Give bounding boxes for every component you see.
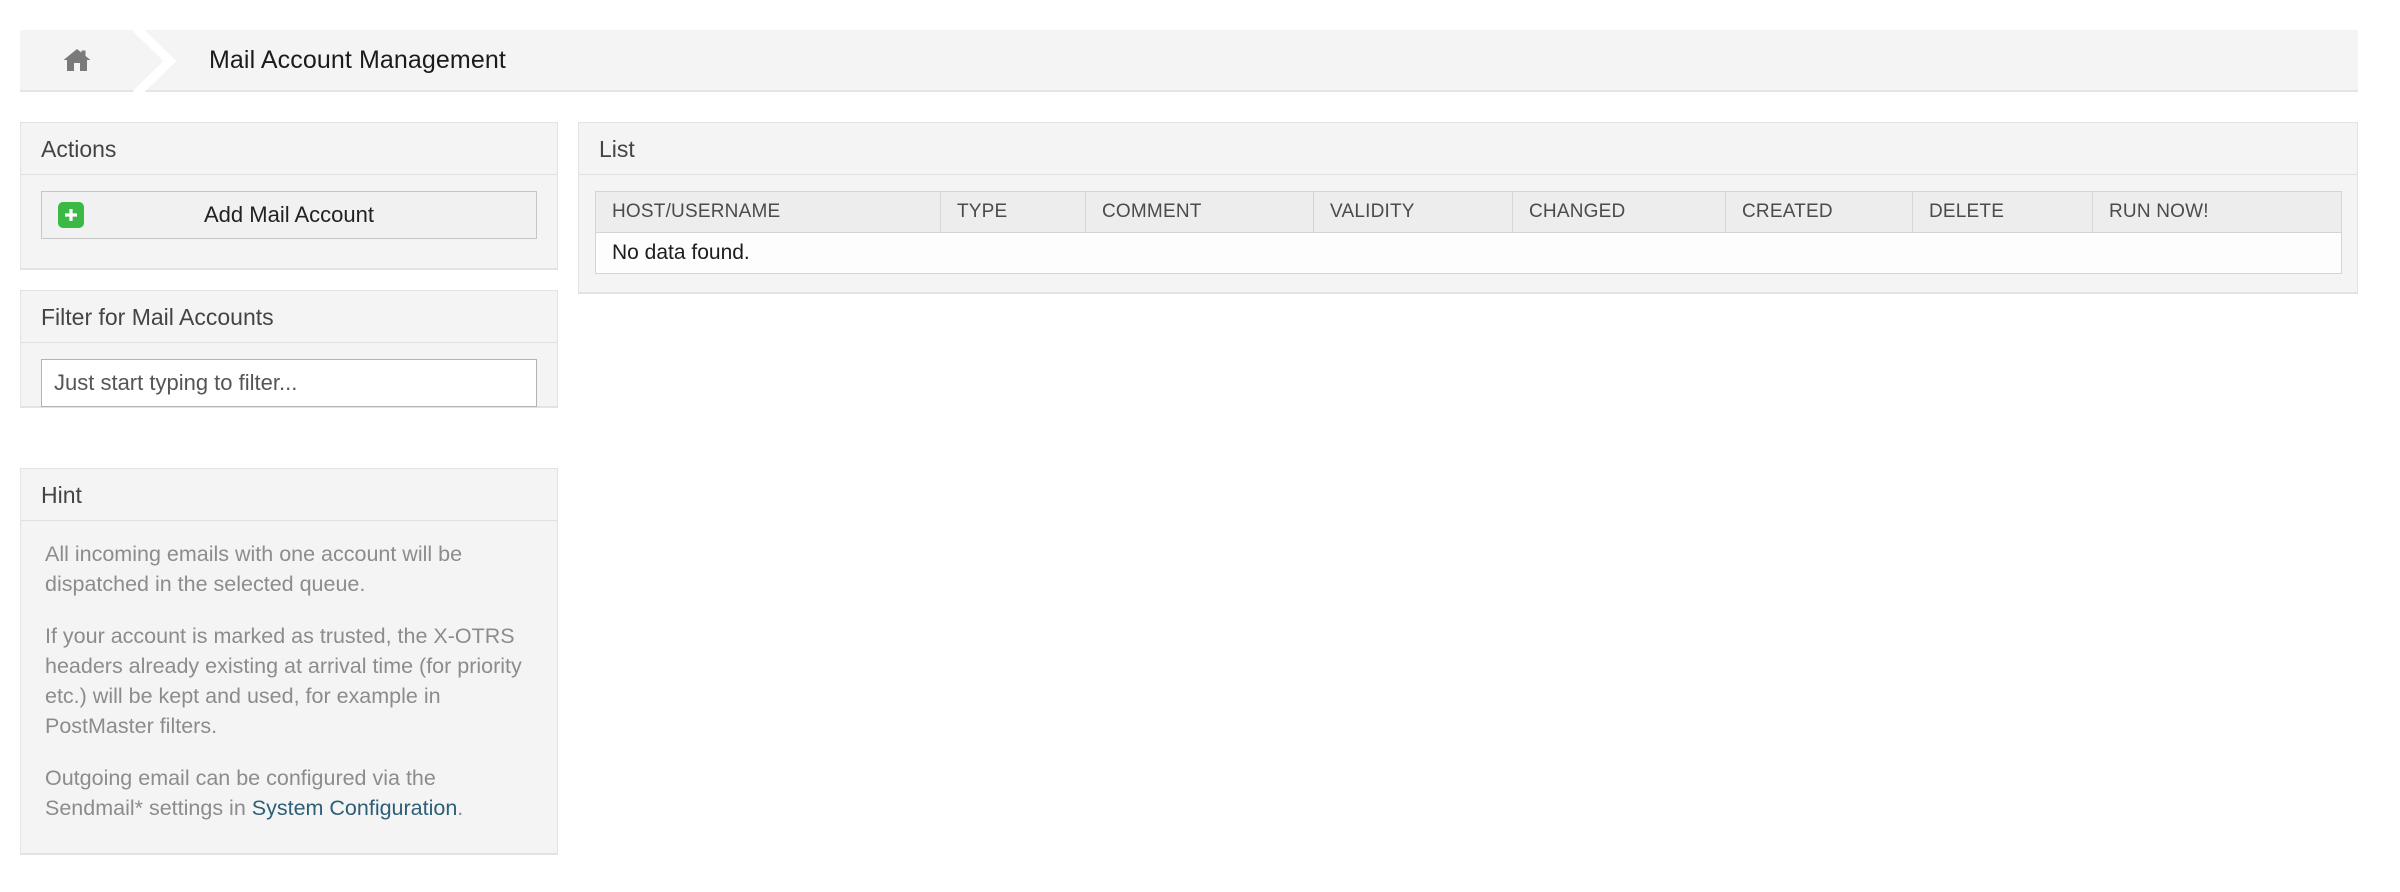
mail-accounts-table: HOST/USERNAME TYPE COMMENT VALIDITY CHANGED C… bbox=[595, 191, 2342, 274]
table-body: No data found. bbox=[595, 232, 2342, 274]
filter-panel-body bbox=[21, 343, 557, 427]
breadcrumb: Mail Account Management bbox=[20, 30, 2358, 92]
table-header-row: HOST/USERNAME TYPE COMMENT VALIDITY CHANGED C… bbox=[595, 191, 2342, 233]
no-data-message: No data found. bbox=[595, 232, 2342, 274]
hint-paragraph-outgoing: Outgoing email can be configured via the… bbox=[45, 763, 533, 823]
actions-panel: Actions Add Mail Account bbox=[20, 122, 558, 270]
page-title: Mail Account Management bbox=[209, 46, 506, 74]
table-column-header[interactable]: CREATED bbox=[1725, 191, 1913, 233]
list-panel-header: List bbox=[579, 123, 2357, 175]
hint-panel-header: Hint bbox=[21, 469, 557, 521]
table-column-header[interactable]: TYPE bbox=[940, 191, 1086, 233]
filter-panel-header: Filter for Mail Accounts bbox=[21, 291, 557, 343]
system-configuration-link[interactable]: System Configuration bbox=[252, 796, 458, 820]
table-column-header[interactable]: COMMENT bbox=[1085, 191, 1314, 233]
table-column-header[interactable]: DELETE bbox=[1912, 191, 2093, 233]
actions-panel-body: Add Mail Account bbox=[21, 175, 557, 259]
table-empty-row: No data found. bbox=[595, 232, 2342, 274]
filter-panel: Filter for Mail Accounts bbox=[20, 290, 558, 408]
add-mail-account-button[interactable]: Add Mail Account bbox=[41, 191, 537, 239]
add-mail-account-label: Add Mail Account bbox=[204, 202, 374, 227]
hint-panel-body: All incoming emails with one account wil… bbox=[21, 521, 557, 841]
list-panel: List HOST/USERNAME TYPE COMMENT VALIDITY CHA… bbox=[578, 122, 2358, 294]
filter-input[interactable] bbox=[41, 359, 537, 407]
actions-panel-header: Actions bbox=[21, 123, 557, 175]
hint-paragraph: All incoming emails with one account wil… bbox=[45, 542, 463, 596]
table-column-header[interactable]: CHANGED bbox=[1512, 191, 1726, 233]
plus-icon bbox=[58, 202, 84, 228]
list-panel-body: HOST/USERNAME TYPE COMMENT VALIDITY CHANGED C… bbox=[579, 175, 2357, 292]
breadcrumb-home-link[interactable] bbox=[62, 30, 92, 90]
hint-paragraph: If your account is marked as trusted, th… bbox=[45, 624, 522, 738]
chevron-right-icon bbox=[130, 30, 190, 92]
table-column-header[interactable]: RUN NOW! bbox=[2092, 191, 2342, 233]
table-column-header[interactable]: HOST/USERNAME bbox=[595, 191, 941, 233]
home-icon bbox=[62, 46, 92, 74]
hint-panel: Hint All incoming emails with one accoun… bbox=[20, 468, 558, 855]
hint-outgoing-text-after: . bbox=[457, 796, 464, 820]
table-column-header[interactable]: VALIDITY bbox=[1313, 191, 1513, 233]
